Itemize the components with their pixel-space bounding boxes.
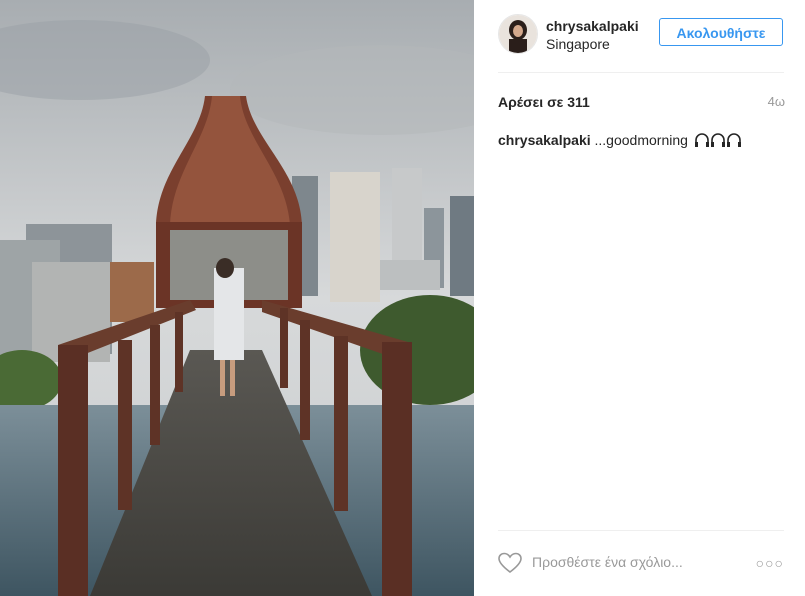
username-link[interactable]: chrysakalpaki: [546, 18, 639, 34]
caption-username[interactable]: chrysakalpaki: [498, 132, 591, 148]
caption: chrysakalpaki ...goodmorning: [498, 132, 742, 150]
post-photo[interactable]: [0, 0, 474, 596]
header-divider: [498, 72, 784, 73]
location-link[interactable]: Singapore: [546, 36, 610, 52]
heart-icon[interactable]: [498, 552, 522, 579]
follow-button[interactable]: Ακολουθήστε: [659, 18, 783, 46]
post-age[interactable]: 4ω: [768, 94, 785, 109]
caption-text: ...goodmorning: [594, 132, 688, 148]
post-header: chrysakalpaki Singapore Ακολουθήστε: [498, 14, 784, 56]
comment-divider: [498, 530, 784, 531]
photo-scene: [0, 0, 474, 596]
comment-bar: Προσθέστε ένα σχόλιο... ○○○: [498, 550, 784, 576]
instagram-post: chrysakalpaki Singapore Ακολουθήστε Αρέσ…: [0, 0, 805, 596]
avatar-image: [499, 15, 537, 53]
comment-input[interactable]: Προσθέστε ένα σχόλιο...: [532, 554, 683, 570]
post-sidebar: chrysakalpaki Singapore Ακολουθήστε Αρέσ…: [474, 0, 805, 596]
avatar[interactable]: [498, 14, 538, 54]
more-options-button[interactable]: ○○○: [756, 555, 784, 571]
likes-count[interactable]: Αρέσει σε 311: [498, 94, 590, 110]
headphones-icon: [694, 133, 742, 150]
